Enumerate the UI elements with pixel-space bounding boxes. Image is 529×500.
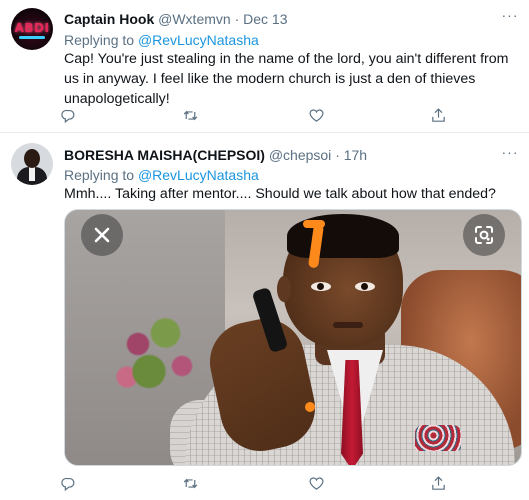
tweet-header: Captain Hook @Wxtemvn · Dec 13 [64, 9, 288, 29]
mention-link[interactable]: @RevLucyNatasha [138, 167, 259, 183]
handle[interactable]: @Wxtemvn [158, 11, 231, 27]
like-icon[interactable] [305, 104, 327, 126]
handle[interactable]: @chepsoi [269, 147, 331, 163]
avatar[interactable]: ABDI [11, 8, 53, 50]
tweet[interactable]: ABDI Captain Hook @Wxtemvn · Dec 13 ··· … [0, 0, 529, 133]
reply-icon[interactable] [56, 472, 78, 494]
timestamp[interactable]: · Dec 13 [235, 11, 288, 27]
annotation-stroke [303, 220, 325, 228]
display-name[interactable]: Captain Hook [64, 11, 154, 27]
more-options-icon[interactable]: ··· [501, 7, 519, 23]
image-ear [277, 276, 291, 302]
display-name[interactable]: BORESHA MAISHA(CHEPSOI) [64, 147, 265, 163]
image-pocket-square [415, 425, 461, 451]
more-options-icon[interactable]: ··· [501, 144, 519, 160]
mention-link[interactable]: @RevLucyNatasha [138, 32, 259, 48]
avatar-logo-underline [19, 36, 45, 39]
timestamp[interactable]: · 17h [335, 147, 367, 163]
tweet-actions [56, 104, 456, 126]
close-icon[interactable] [81, 214, 123, 256]
avatar-logo: ABDI [14, 21, 50, 35]
tweet-text: Mmh.... Taking after mentor.... Should w… [64, 186, 496, 202]
retweet-icon[interactable] [179, 104, 201, 126]
tweet-image[interactable] [64, 209, 522, 466]
avatar[interactable] [11, 143, 53, 185]
replying-to: Replying to @RevLucyNatasha [64, 166, 259, 184]
share-icon[interactable] [427, 472, 449, 494]
like-icon[interactable] [305, 472, 327, 494]
image-mouth [333, 322, 363, 328]
image-pupil [361, 283, 368, 290]
avatar-figure-shirt [29, 167, 35, 181]
replying-label: Replying to [64, 167, 138, 183]
tweet-text: Cap! You're just stealing in the name of… [64, 51, 509, 107]
replying-to: Replying to @RevLucyNatasha [64, 31, 259, 49]
retweet-icon[interactable] [179, 472, 201, 494]
lens-search-icon[interactable] [463, 214, 505, 256]
image-flowers [105, 300, 215, 410]
tweet-header: BORESHA MAISHA(CHEPSOI) @chepsoi · 17h [64, 145, 367, 165]
share-icon[interactable] [427, 104, 449, 126]
tweet-actions [56, 472, 456, 494]
image-pupil [317, 283, 324, 290]
replying-label: Replying to [64, 32, 138, 48]
tweet[interactable]: BORESHA MAISHA(CHEPSOI) @chepsoi · 17h ·… [0, 133, 529, 500]
annotation-dot [305, 402, 315, 412]
reply-icon[interactable] [56, 104, 78, 126]
avatar-figure-head [24, 149, 40, 168]
